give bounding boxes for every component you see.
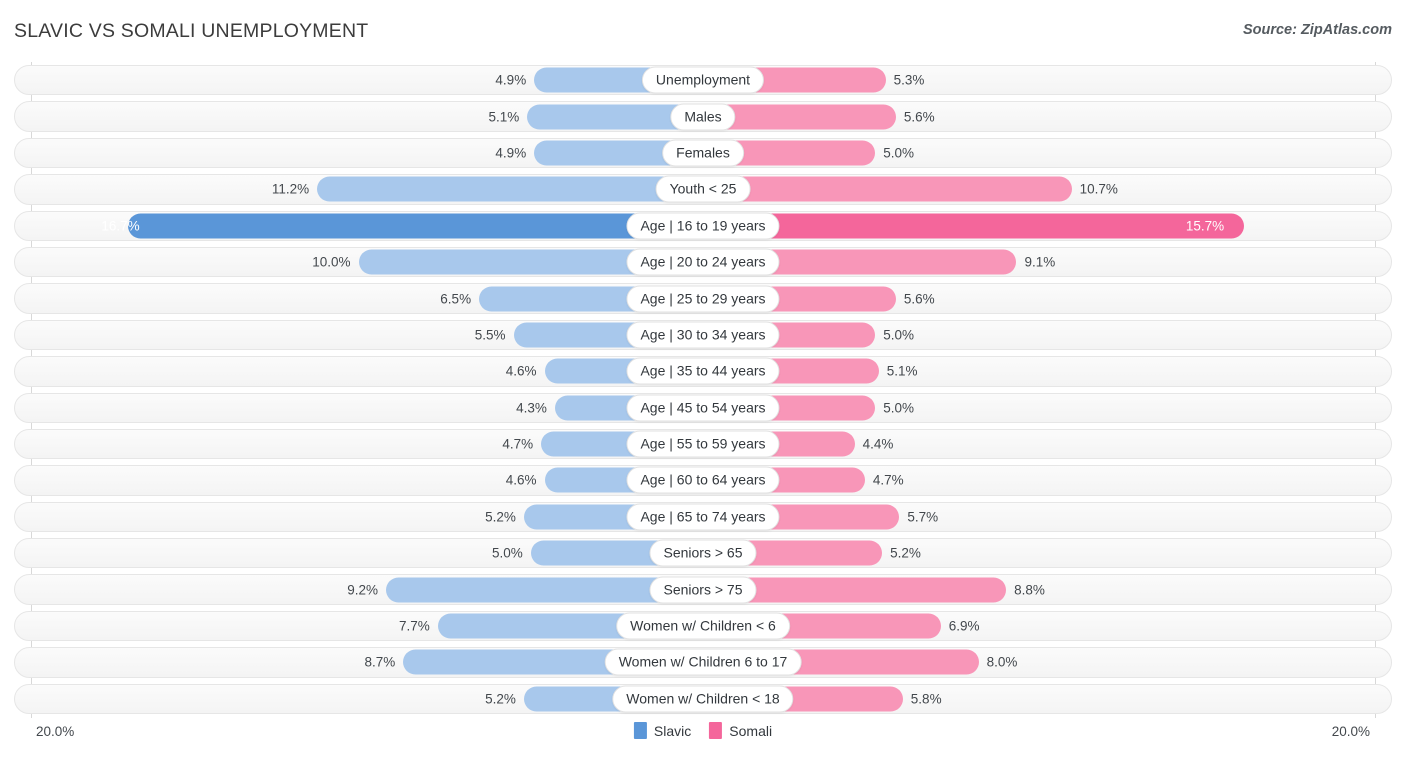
value-label-somali: 5.6% [903, 291, 935, 307]
value-label-slavic: 4.3% [516, 400, 547, 416]
value-label-slavic: 6.5% [440, 291, 472, 307]
table-row[interactable]: 10.0% 9.1% Age | 20 to 24 years [0, 244, 1406, 280]
value-label-slavic: 9.2% [347, 582, 379, 598]
chart-footer: 20.0% 20.0% Slavic Somali [0, 718, 1406, 757]
page-title: SLAVIC VS SOMALI UNEMPLOYMENT [14, 20, 369, 42]
value-label-somali: 8.0% [986, 654, 1018, 670]
value-label-somali: 5.7% [907, 509, 939, 525]
value-label-slavic: 4.6% [505, 472, 537, 488]
value-label-somali: 10.7% [1079, 181, 1118, 197]
bar-slavic [127, 213, 703, 239]
value-label-somali: 8.8% [1014, 582, 1045, 598]
value-label-slavic: 4.9% [495, 72, 527, 88]
row-label: Age | 45 to 54 years [626, 394, 780, 422]
value-label-somali: 5.2% [890, 545, 921, 561]
table-row[interactable]: 5.2% 5.7% Age | 65 to 74 years [0, 499, 1406, 535]
value-label-somali: 5.0% [883, 400, 915, 416]
row-label: Unemployment [641, 66, 765, 94]
value-label-somali: 5.8% [910, 691, 942, 707]
value-label-somali: 5.3% [893, 72, 925, 88]
row-label: Age | 30 to 34 years [626, 321, 780, 349]
value-label-slavic: 5.5% [474, 327, 506, 343]
value-label-slavic: 5.2% [485, 691, 516, 707]
row-label: Age | 55 to 59 years [626, 430, 780, 458]
table-row[interactable]: 8.7% 8.0% Women w/ Children 6 to 17 [0, 644, 1406, 680]
table-row[interactable]: 4.3% 5.0% Age | 45 to 54 years [0, 390, 1406, 426]
value-label-slavic: 11.2% [271, 181, 310, 197]
table-row[interactable]: 5.0% 5.2% Seniors > 65 [0, 535, 1406, 571]
value-label-somali: 4.7% [872, 472, 904, 488]
row-label: Females [662, 139, 744, 167]
source-attribution: Source: ZipAtlas.com [1242, 22, 1392, 38]
legend-swatch-icon [633, 722, 647, 739]
value-label-slavic: 4.6% [505, 363, 537, 379]
row-label: Males [670, 103, 736, 131]
value-label-slavic: 10.0% [312, 254, 351, 270]
row-label: Women w/ Children 6 to 17 [604, 648, 802, 676]
table-row[interactable]: 7.7% 6.9% Women w/ Children < 6 [0, 608, 1406, 644]
value-label-somali: 4.4% [862, 436, 894, 452]
value-label-somali: 5.0% [883, 145, 915, 161]
row-label: Age | 25 to 29 years [626, 285, 780, 313]
bar-somali [703, 213, 1244, 239]
chart-header: SLAVIC VS SOMALI UNEMPLOYMENT Source: Zi… [0, 0, 1406, 62]
value-label-slavic: 4.9% [495, 145, 527, 161]
value-label-slavic: 5.1% [488, 109, 520, 125]
table-row[interactable]: 5.1% 5.6% Males [0, 98, 1406, 134]
value-label-somali: 5.1% [886, 363, 918, 379]
legend-label: Slavic [653, 722, 692, 739]
table-row[interactable]: 5.5% 5.0% Age | 30 to 34 years [0, 317, 1406, 353]
value-label-somali: 5.0% [883, 327, 915, 343]
row-label: Age | 35 to 44 years [626, 357, 780, 385]
axis-tick-right: 20.0% [1331, 724, 1370, 739]
table-row[interactable]: 4.6% 4.7% Age | 60 to 64 years [0, 462, 1406, 498]
row-label: Age | 65 to 74 years [626, 503, 780, 531]
value-label-somali: 15.7% [1185, 218, 1225, 234]
row-label: Seniors > 75 [649, 576, 757, 604]
bar-somali [703, 176, 1072, 202]
value-label-slavic: 5.0% [491, 545, 523, 561]
table-row[interactable]: 9.2% 8.8% Seniors > 75 [0, 571, 1406, 607]
chart-legend: Slavic Somali [633, 722, 772, 739]
row-label: Women w/ Children < 18 [612, 685, 794, 713]
value-label-slavic: 5.2% [485, 509, 516, 525]
table-row[interactable]: 4.7% 4.4% Age | 55 to 59 years [0, 426, 1406, 462]
table-row[interactable]: 16.7% 15.7% Age | 16 to 19 years [0, 208, 1406, 244]
table-row[interactable]: 6.5% 5.6% Age | 25 to 29 years [0, 280, 1406, 316]
row-label: Seniors > 65 [649, 539, 757, 567]
chart-plot-area: 4.9% 5.3% Unemployment 5.1% 5.6% Males 4.9% 5.0… [0, 62, 1406, 718]
table-row[interactable]: 4.6% 5.1% Age | 35 to 44 years [0, 353, 1406, 389]
row-label: Age | 20 to 24 years [626, 248, 780, 276]
table-row[interactable]: 4.9% 5.3% Unemployment [0, 62, 1406, 98]
legend-item[interactable]: Slavic [633, 722, 692, 739]
value-label-slavic: 7.7% [398, 618, 430, 634]
bar-rows-container: 4.9% 5.3% Unemployment 5.1% 5.6% Males 4.9% 5.0… [0, 62, 1406, 717]
table-row[interactable]: 5.2% 5.8% Women w/ Children < 18 [0, 681, 1406, 717]
legend-label: Somali [729, 722, 773, 739]
axis-tick-left: 20.0% [36, 724, 75, 739]
row-label: Age | 60 to 64 years [626, 466, 780, 494]
value-label-somali: 5.6% [903, 109, 935, 125]
table-row[interactable]: 4.9% 5.0% Females [0, 135, 1406, 171]
table-row[interactable]: 11.2% 10.7% Youth < 25 [0, 171, 1406, 207]
bar-slavic [317, 176, 703, 202]
value-label-somali: 9.1% [1024, 254, 1056, 270]
row-label: Age | 16 to 19 years [626, 212, 780, 240]
row-label: Women w/ Children < 6 [616, 612, 790, 640]
legend-swatch-icon [709, 722, 723, 739]
value-label-slavic: 4.7% [502, 436, 534, 452]
value-label-somali: 6.9% [948, 618, 980, 634]
value-label-slavic: 8.7% [364, 654, 396, 670]
legend-item[interactable]: Somali [709, 722, 772, 739]
value-label-slavic: 16.7% [101, 218, 140, 234]
row-label: Youth < 25 [655, 175, 751, 203]
